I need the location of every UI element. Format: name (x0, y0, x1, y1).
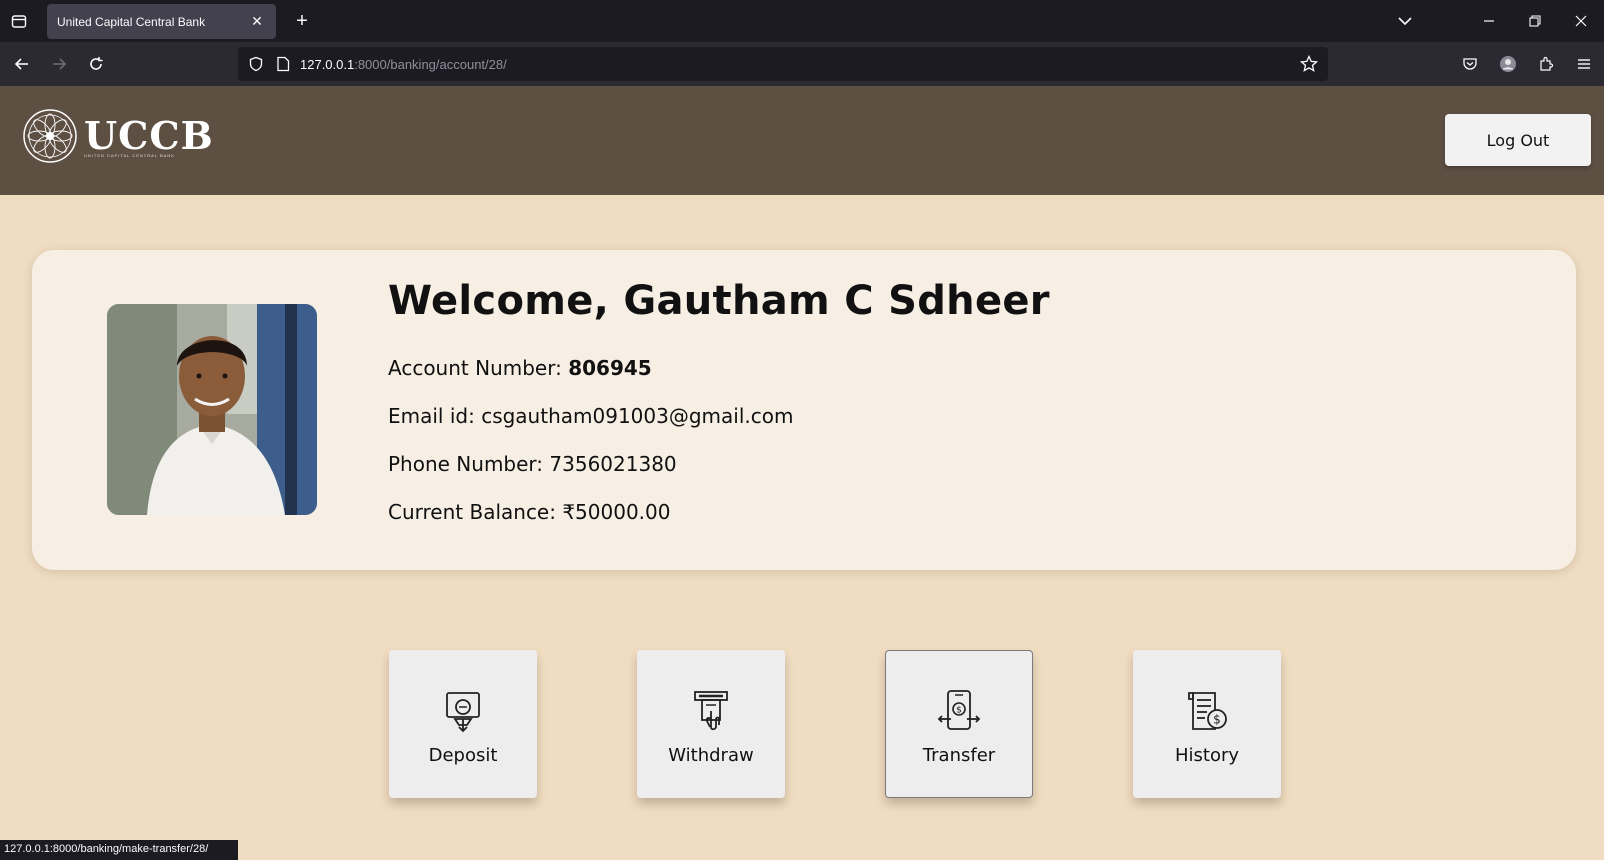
transfer-button[interactable]: $ Transfer (885, 650, 1033, 798)
status-bar-url: 127.0.0.1:8000/banking/make-transfer/28/ (0, 840, 238, 860)
balance-line: Current Balance: ₹50000.00 (388, 500, 671, 524)
withdraw-icon (694, 690, 728, 730)
list-all-tabs-icon[interactable] (1382, 0, 1428, 42)
phone-line: Phone Number: 7356021380 (388, 452, 677, 476)
pocket-icon[interactable] (1456, 50, 1484, 78)
minimize-icon[interactable] (1466, 0, 1512, 42)
history-label: History (1174, 744, 1240, 766)
reload-icon[interactable] (82, 50, 110, 78)
history-icon: $ (1188, 691, 1227, 730)
tab-list-icon[interactable] (0, 0, 38, 42)
url-host: 127.0.0.1 (300, 56, 355, 72)
site-header: UCCB UNITED CAPITAL CENTRAL BANK Log Out (0, 86, 1604, 195)
tab-close-icon[interactable]: ✕ (248, 13, 266, 30)
account-info-card: Welcome, Gautham C Sdheer Account Number… (32, 250, 1576, 570)
transfer-icon: $ (937, 689, 981, 730)
transfer-label: Transfer (922, 744, 996, 766)
menu-icon[interactable] (1570, 50, 1598, 78)
bookmark-star-icon[interactable] (1299, 54, 1319, 78)
deposit-label: Deposit (428, 744, 498, 766)
account-number-value: 806945 (568, 356, 652, 380)
restore-icon[interactable] (1512, 0, 1558, 42)
withdraw-button[interactable]: Withdraw (637, 650, 785, 798)
history-button[interactable]: $ History (1133, 650, 1281, 798)
account-number-line: Account Number: 806945 (388, 356, 652, 380)
tab-title: United Capital Central Bank (57, 14, 206, 29)
email-line: Email id: csgautham091003@gmail.com (388, 404, 794, 428)
shield-icon[interactable] (248, 56, 264, 72)
extensions-icon[interactable] (1532, 50, 1560, 78)
new-tab-button[interactable]: + (290, 9, 314, 33)
close-window-icon[interactable] (1558, 0, 1604, 42)
account-avatar-icon[interactable] (1494, 50, 1522, 78)
bank-logo[interactable]: UCCB UNITED CAPITAL CENTRAL BANK (22, 108, 214, 164)
url-bar[interactable]: 127.0.0.1:8000/banking/account/28/ (238, 47, 1328, 81)
browser-tab[interactable]: United Capital Central Bank ✕ (47, 4, 276, 39)
mandala-logo-icon (22, 108, 78, 164)
back-icon[interactable] (8, 50, 36, 78)
browser-tab-bar: United Capital Central Bank ✕ + (0, 0, 1604, 42)
svg-text:$: $ (956, 705, 962, 715)
profile-photo (107, 304, 317, 515)
deposit-button[interactable]: Deposit (389, 650, 537, 798)
logo-subtext: UNITED CAPITAL CENTRAL BANK (84, 153, 175, 158)
welcome-heading: Welcome, Gautham C Sdheer (388, 278, 1050, 324)
page-icon (276, 56, 290, 72)
withdraw-label: Withdraw (668, 744, 754, 766)
url-path: :8000/banking/account/28/ (354, 56, 507, 72)
svg-text:$: $ (1213, 712, 1221, 726)
account-number-label: Account Number: (388, 356, 569, 380)
logout-button[interactable]: Log Out (1445, 114, 1591, 166)
logo-text: UCCB (84, 113, 214, 158)
deposit-icon (446, 691, 480, 732)
forward-icon[interactable] (45, 50, 73, 78)
browser-nav-bar: 127.0.0.1:8000/banking/account/28/ (0, 42, 1604, 86)
